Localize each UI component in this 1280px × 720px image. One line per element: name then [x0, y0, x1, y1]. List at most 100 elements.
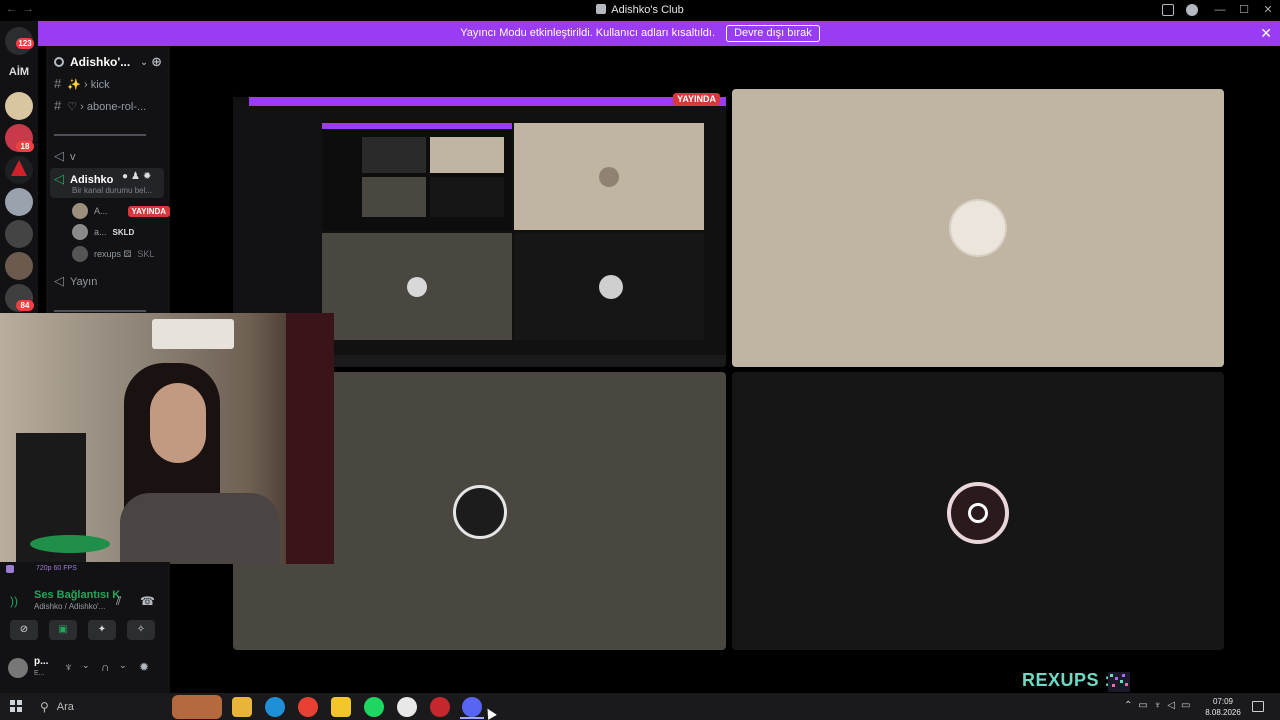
user-status: E...	[34, 670, 45, 677]
user-name[interactable]: p...	[34, 656, 48, 667]
edge-icon[interactable]	[265, 697, 285, 717]
banner-close-icon[interactable]: ✕	[1260, 21, 1272, 46]
chevron-down-icon[interactable]: ⌄	[119, 660, 127, 671]
streamer-mode-banner: Yayıncı Modu etkinleştirildi. Kullanıcı …	[0, 21, 1280, 46]
voice-location[interactable]: Adishko / Adishko'...	[34, 602, 105, 611]
microphone-icon[interactable]: ♆	[64, 660, 73, 674]
settings-icon[interactable]: ✹	[143, 171, 154, 182]
rexups-watermark: REXUPS :	[1022, 670, 1112, 690]
crosshair-icon	[968, 503, 988, 523]
battery-icon[interactable]: ▭	[1138, 700, 1147, 711]
microphone-icon[interactable]: ♆	[1154, 700, 1162, 711]
close-button[interactable]: ✕	[1256, 0, 1280, 21]
stream-icon	[6, 565, 14, 573]
discord-icon[interactable]	[462, 697, 482, 717]
channel-kick[interactable]: # ✨ › kick	[54, 76, 110, 91]
add-user-icon[interactable]: ⊕	[151, 54, 162, 70]
avatar[interactable]	[8, 658, 28, 678]
notification-icon[interactable]	[1252, 701, 1264, 712]
server-aim[interactable]: AİM	[0, 66, 38, 78]
volume-icon[interactable]: ◁	[1167, 700, 1175, 711]
windows-start-icon[interactable]	[10, 700, 22, 712]
speaker-icon: ◁	[54, 171, 64, 186]
taskbar-clock[interactable]: 07:09 8.08.2026	[1200, 696, 1246, 718]
hash-icon: #	[54, 76, 62, 91]
recorder-icon[interactable]	[430, 697, 450, 717]
window-title: Adishko's Club	[0, 4, 1280, 16]
chevron-down-icon[interactable]: ⌄	[140, 57, 148, 68]
screenshare-button[interactable]: ▣	[49, 620, 77, 640]
voice-user-row[interactable]: A... YAYINDA	[72, 203, 171, 219]
air-conditioner	[152, 319, 234, 349]
settings-icon[interactable]: ✹	[139, 660, 149, 674]
headphones-icon[interactable]: ∩	[101, 660, 110, 674]
server-icon-6[interactable]	[5, 252, 33, 280]
nested-tile	[430, 137, 504, 173]
channel-abone-rol[interactable]: # ♡ › abone-rol-...	[54, 98, 146, 113]
search-icon: ⚲	[40, 700, 49, 714]
nested-titlebar	[233, 89, 726, 97]
noise-suppression-icon[interactable]: ⫽	[116, 594, 121, 609]
spotify-icon[interactable]	[364, 697, 384, 717]
server-header[interactable]: Adishko'... ⌄ ⊕	[46, 46, 170, 78]
channel-status-text[interactable]: Bir kanal durumu bel...	[72, 186, 152, 195]
avatar	[72, 246, 88, 262]
chat-icon[interactable]: ●	[122, 171, 131, 182]
voice-user-row[interactable]: rexups ⚄ SKL	[72, 246, 154, 262]
person-shirt	[120, 493, 280, 564]
nested-screenshare	[322, 123, 512, 231]
person-face	[150, 383, 206, 463]
nested-tile	[514, 123, 704, 230]
nested-taskbar	[322, 355, 726, 367]
nested-tile	[362, 177, 426, 217]
voice-channel-adishko[interactable]: ◁ Adishko	[54, 171, 113, 187]
volume-slider[interactable]	[54, 310, 146, 312]
status-badge: SKLD	[112, 227, 135, 237]
nested-banner	[249, 97, 726, 106]
activities-button[interactable]: ✦	[88, 620, 116, 640]
inbox-icon[interactable]	[1162, 4, 1174, 16]
chevron-down-icon[interactable]: ⌄	[82, 660, 90, 671]
obs-icon[interactable]	[397, 697, 417, 717]
participant-tile[interactable]	[732, 89, 1224, 367]
server-name: Adishko'...	[70, 55, 131, 69]
voice-user-row[interactable]: a... SKLD	[72, 224, 134, 240]
avatar	[599, 167, 619, 187]
add-member-icon[interactable]: ♟	[131, 171, 143, 182]
window-titlebar: ←→ Adishko's Club — ☐ ✕	[0, 0, 1280, 21]
widget-thumbnail[interactable]	[172, 695, 222, 719]
live-tag: YAYINDA	[673, 93, 720, 105]
participant-tile[interactable]	[732, 372, 1224, 650]
maximize-button[interactable]: ☐	[1232, 0, 1256, 21]
avatar	[951, 201, 1005, 255]
search-placeholder: Ara	[56, 701, 74, 713]
chrome-icon[interactable]	[298, 697, 318, 717]
voice-status[interactable]: Ses Bağlantısı K	[34, 589, 120, 601]
channel-category-v[interactable]: ◁ v	[54, 148, 76, 164]
nested-tile	[362, 137, 426, 173]
server-icon-5[interactable]	[5, 220, 33, 248]
stage-channel-yayin[interactable]: ◁ Yayın	[54, 273, 97, 289]
banner-message: Yayıncı Modu etkinleştirildi. Kullanıcı …	[460, 27, 716, 39]
disconnect-icon[interactable]: ☎	[140, 594, 155, 608]
camera-off-button[interactable]: ⊘	[10, 620, 38, 640]
server-gear-icon	[54, 57, 64, 67]
chevron-up-icon[interactable]: ⌃	[1124, 700, 1132, 711]
network-icon[interactable]: ▭	[1181, 700, 1190, 711]
notes-icon[interactable]	[331, 697, 351, 717]
volume-slider[interactable]	[54, 134, 146, 136]
soundboard-button[interactable]: ✧	[127, 620, 155, 640]
disable-streamer-mode-button[interactable]: Devre dışı bırak	[726, 25, 820, 42]
minimize-button[interactable]: —	[1208, 0, 1232, 21]
server-icon-4[interactable]	[5, 188, 33, 216]
nested-banner-2	[322, 123, 512, 129]
signal-icon[interactable]: ))	[10, 594, 18, 608]
triangle-logo-icon	[11, 160, 27, 176]
live-badge: YAYINDA	[127, 205, 171, 217]
server-icon-1[interactable]	[5, 92, 33, 120]
help-icon[interactable]	[1186, 4, 1198, 16]
hash-icon: #	[54, 98, 62, 113]
file-explorer-icon[interactable]	[232, 697, 252, 717]
nested-tile	[514, 233, 704, 340]
stream-quality-row: 720p 60 FPS	[6, 564, 162, 576]
